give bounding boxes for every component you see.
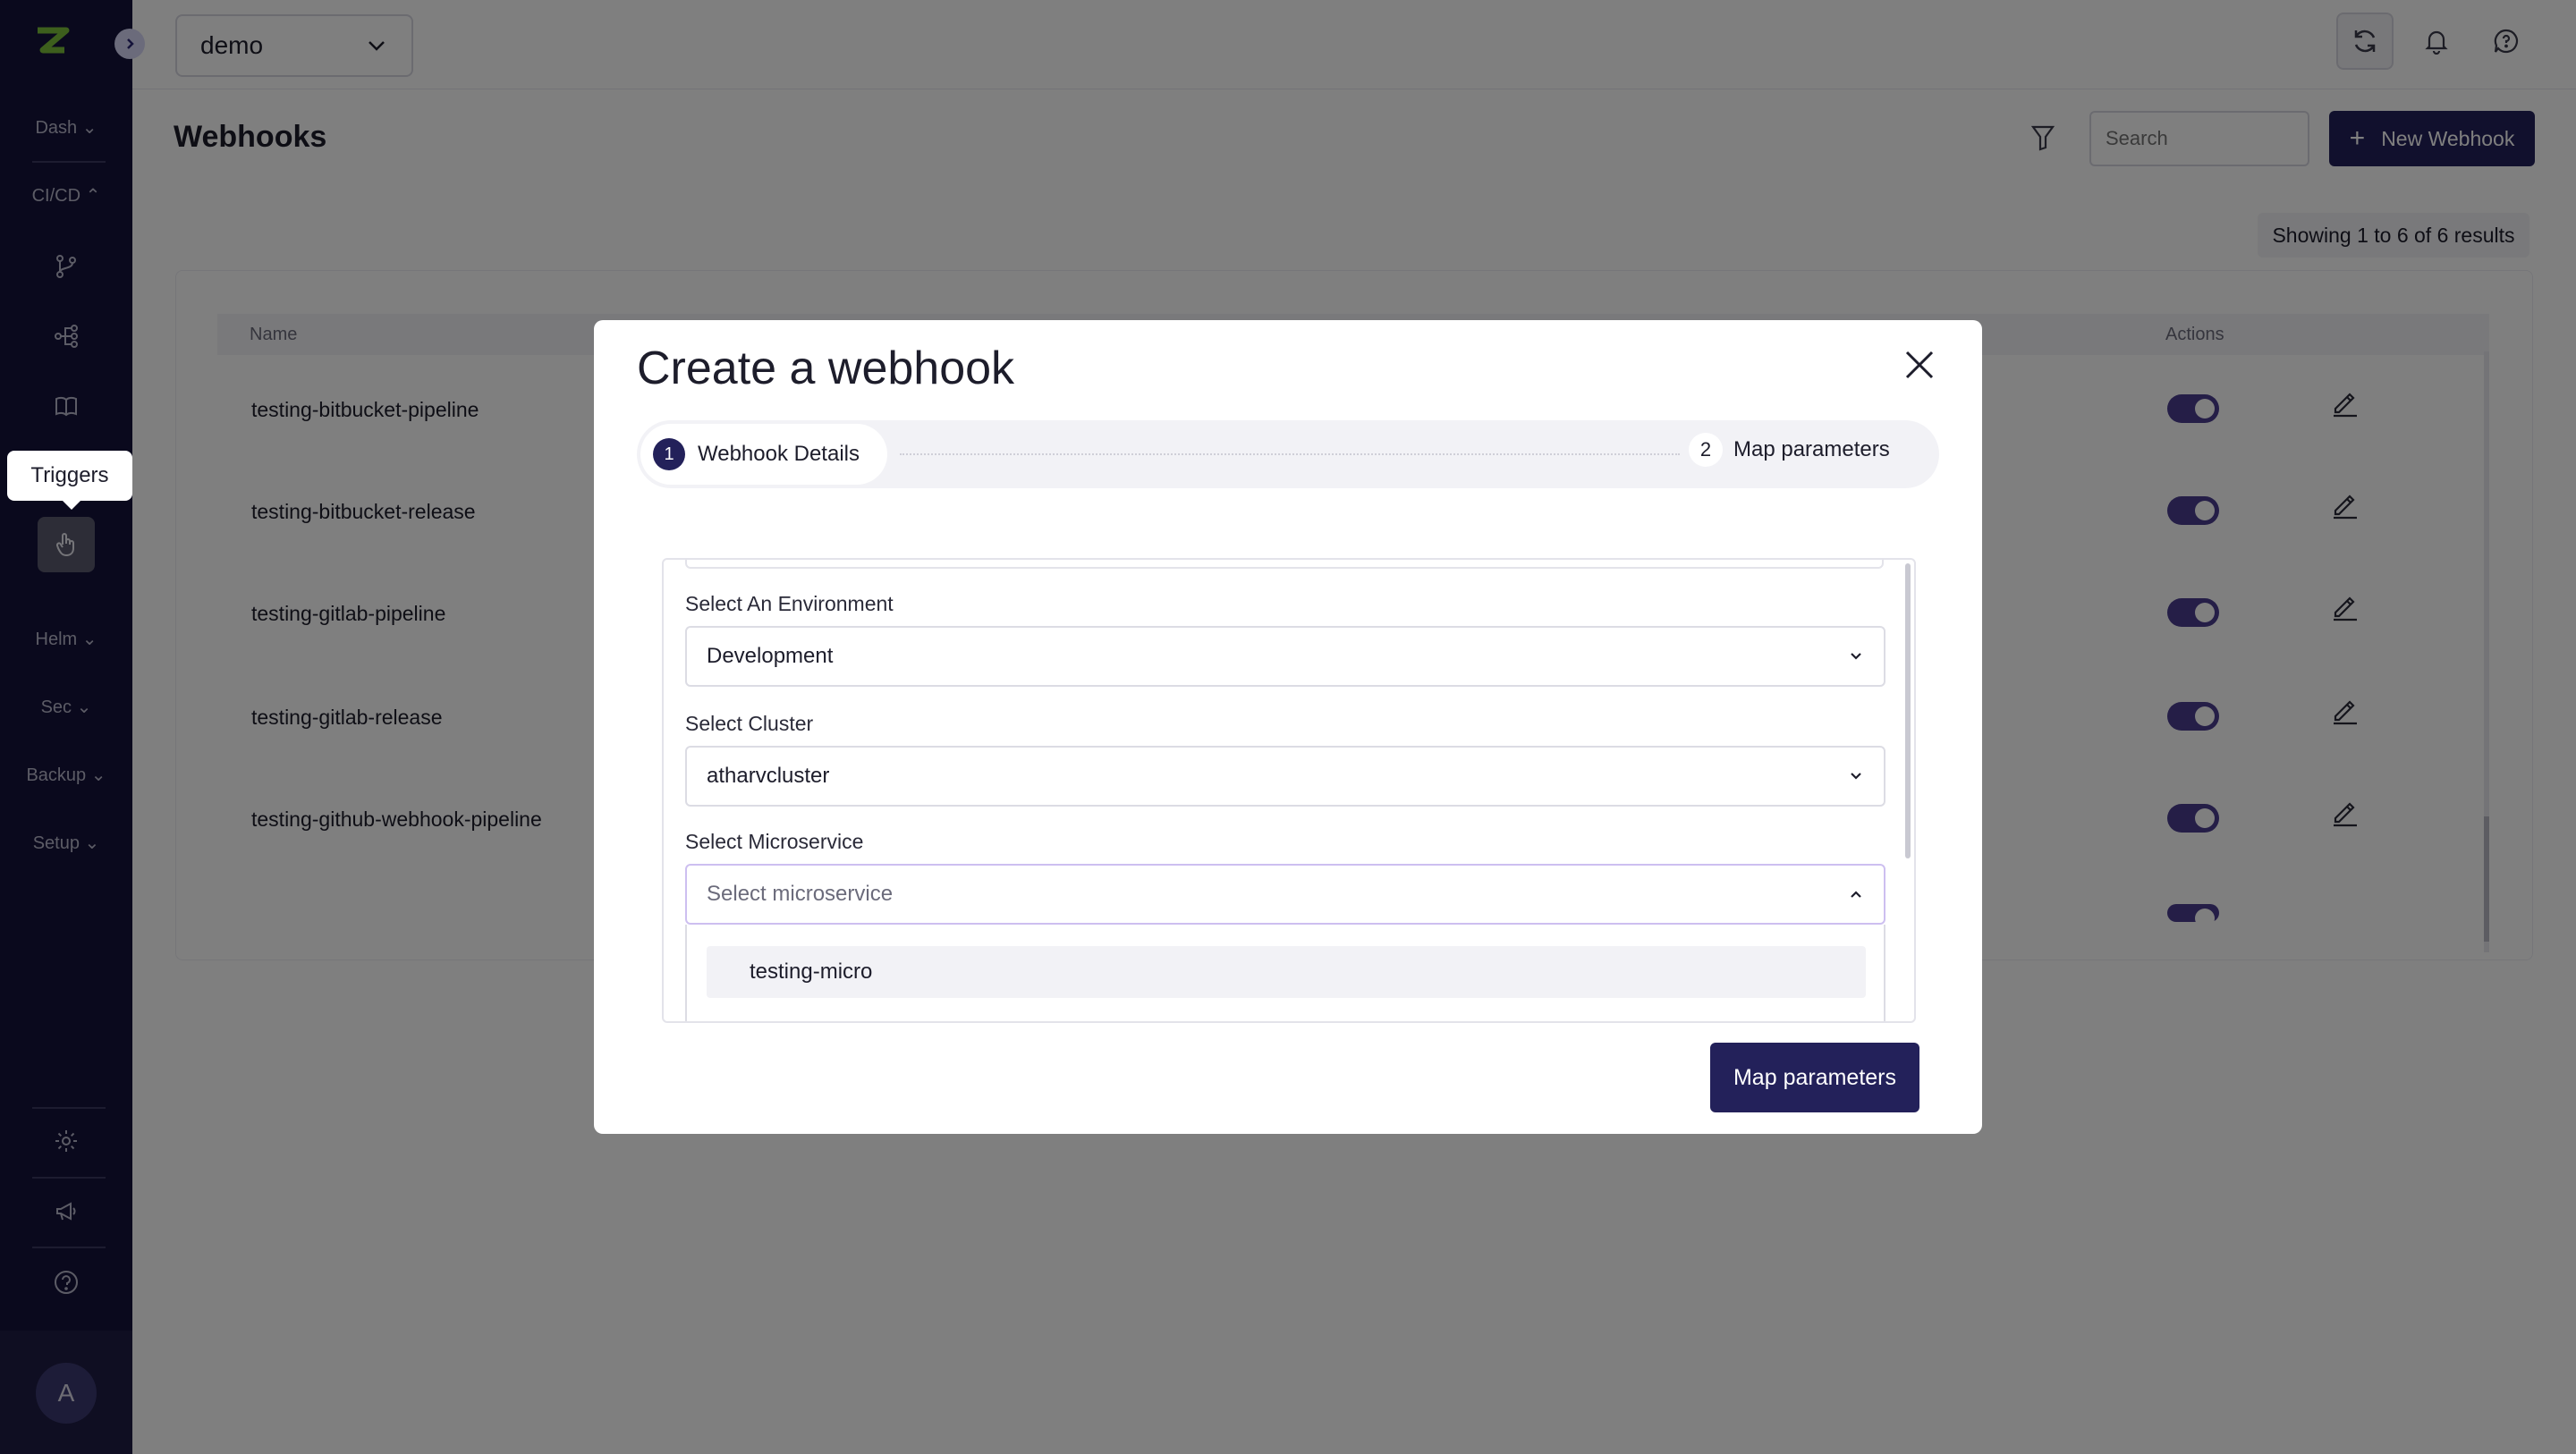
microservice-select[interactable]: Select microservice — [685, 864, 1885, 925]
sidebar-tooltip: Triggers — [7, 451, 132, 510]
environment-value: Development — [707, 644, 834, 668]
microservice-option[interactable]: testing-micro — [707, 946, 1866, 998]
chevron-right-icon — [127, 38, 134, 49]
collapse-sidebar-button[interactable] — [114, 29, 145, 59]
webhook-form: Select An Environment Development Select… — [662, 558, 1916, 1023]
step-number: 2 — [1689, 433, 1723, 467]
close-icon — [1905, 351, 1934, 379]
step-map-parameters[interactable]: 2 Map parameters — [1689, 433, 1890, 467]
chevron-down-icon — [1851, 653, 1861, 660]
form-field-partial — [685, 560, 1884, 569]
microservice-dropdown: testing-micro — [685, 925, 1885, 1021]
form-scrollbar[interactable] — [1905, 563, 1911, 858]
step-number: 1 — [653, 438, 685, 470]
step-label: Webhook Details — [698, 442, 860, 466]
cluster-select[interactable]: atharvcluster — [685, 746, 1885, 807]
map-parameters-button[interactable]: Map parameters — [1710, 1043, 1919, 1112]
microservice-label: Select Microservice — [685, 830, 864, 853]
stepper: 1 Webhook Details 2 Map parameters — [637, 420, 1939, 488]
chevron-up-icon — [1851, 891, 1861, 898]
create-webhook-modal: Create a webhook 1 Webhook Details 2 Map… — [594, 320, 1982, 1134]
step-label: Map parameters — [1733, 437, 1890, 461]
environment-label: Select An Environment — [685, 592, 894, 615]
modal-title: Create a webhook — [637, 342, 1015, 394]
step-webhook-details[interactable]: 1 Webhook Details — [640, 424, 887, 485]
cluster-label: Select Cluster — [685, 712, 814, 735]
close-button[interactable] — [1896, 342, 1943, 388]
step-connector — [900, 453, 1680, 455]
chevron-down-icon — [1851, 773, 1861, 780]
cluster-value: atharvcluster — [707, 764, 830, 788]
environment-select[interactable]: Development — [685, 626, 1885, 687]
microservice-placeholder: Select microservice — [707, 882, 894, 906]
